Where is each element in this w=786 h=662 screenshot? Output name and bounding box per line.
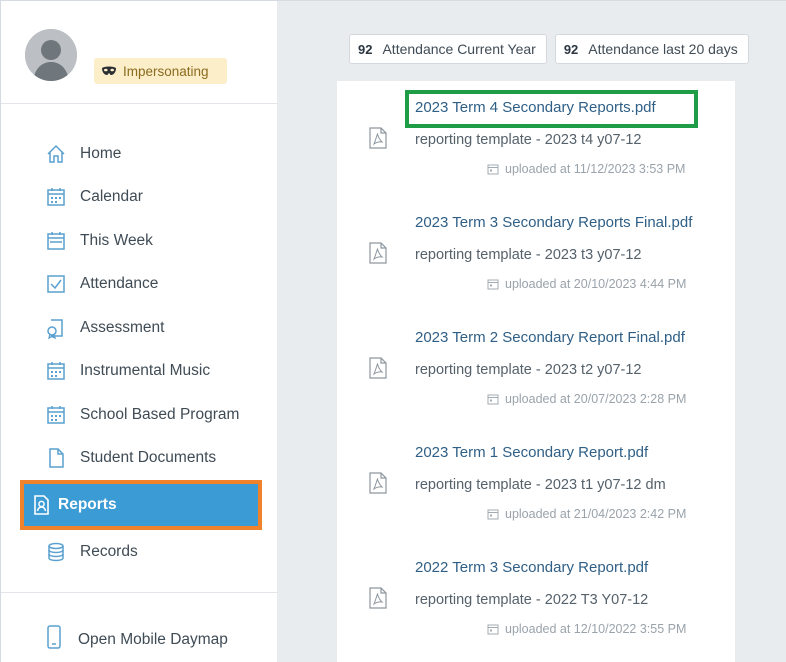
report-template-name: reporting template - 2023 t3 y07-12 [415,247,642,263]
sidebar-divider [1,592,278,593]
upload-timestamp: uploaded at 12/10/2022 3:55 PM [487,622,686,636]
upload-timestamp-text: uploaded at 20/07/2023 2:28 PM [505,392,687,406]
sidebar-item-label: Calendar [80,188,143,206]
calendar-small-icon [487,509,499,520]
sidebar-item-label: Records [80,542,138,560]
report-icon [30,494,52,516]
report-file-link[interactable]: 2023 Term 2 Secondary Report Final.pdf [415,329,685,346]
mobile-link-label: Open Mobile Daymap [78,630,228,648]
mobile-phone-icon [46,625,62,654]
report-template-name: reporting template - 2022 T3 Y07-12 [415,592,649,608]
avatar[interactable] [25,29,77,81]
sidebar-item-reports[interactable]: Reports [20,480,262,530]
report-file-link[interactable]: 2022 Term 3 Secondary Report.pdf [415,559,648,576]
profile-panel: Impersonating [1,1,278,104]
attendance-last-20-days-chip[interactable]: 92 Attendance last 20 days [554,34,749,64]
calendar-small-icon [487,164,499,175]
list-item: 2022 Term 3 Secondary Report.pdf reporti… [337,541,735,655]
pdf-file-icon [369,242,387,264]
sidebar-item-school-based-program[interactable]: School Based Program [1,393,278,437]
list-item: 2023 Term 4 Secondary Reports.pdf report… [337,81,735,195]
report-file-link[interactable]: 2023 Term 3 Secondary Reports Final.pdf [415,214,692,231]
calendar-icon [45,404,67,426]
calendar-small-icon [487,279,499,290]
pdf-file-icon [369,472,387,494]
calendar-small-icon [487,394,499,405]
sidebar-item-home[interactable]: Home [1,132,278,176]
open-mobile-daymap-link[interactable]: Open Mobile Daymap [46,625,228,654]
sidebar-item-attendance[interactable]: Attendance [1,263,278,307]
reports-list: 2023 Term 4 Secondary Reports.pdf report… [337,81,735,662]
database-icon [45,541,67,563]
report-template-name: reporting template - 2023 t2 y07-12 [415,362,642,378]
list-item: 2023 Term 2 Secondary Report Final.pdf r… [337,311,735,425]
sidebar-item-calendar[interactable]: Calendar [1,176,278,220]
impersonating-badge: Impersonating [94,58,227,84]
attendance-stats: 92 Attendance Current Year 92 Attendance… [349,34,749,64]
sidebar-item-assessment[interactable]: Assessment [1,306,278,350]
sidebar-nav: Home Calendar This Week Attendance Asses… [1,132,278,574]
stat-label: Attendance Current Year [382,41,536,57]
report-file-link[interactable]: 2023 Term 1 Secondary Report.pdf [415,444,648,461]
stat-label: Attendance last 20 days [588,41,738,57]
list-item: 2023 Term 1 Secondary Report.pdf reporti… [337,426,735,540]
sidebar-item-label: School Based Program [80,405,240,423]
main-content: 92 Attendance Current Year 92 Attendance… [277,0,786,662]
upload-timestamp: uploaded at 20/10/2023 4:44 PM [487,277,686,291]
upload-timestamp-text: uploaded at 12/10/2022 3:55 PM [505,622,687,636]
impersonating-label: Impersonating [123,63,209,79]
home-icon [45,143,67,165]
list-item: 2023 Term 3 Secondary Reports Final.pdf … [337,196,735,310]
sidebar-item-label: This Week [80,231,153,249]
pdf-file-icon [369,587,387,609]
stat-value: 92 [563,41,579,57]
sidebar: Impersonating Home Calendar This Week At… [0,0,278,662]
upload-timestamp-text: uploaded at 20/10/2023 4:44 PM [505,277,687,291]
document-icon [45,447,67,469]
calendar-icon [45,360,67,382]
report-template-name: reporting template - 2023 t4 y07-12 [415,132,642,148]
highlighted-report-outline [405,90,698,128]
sidebar-item-student-documents[interactable]: Student Documents [1,437,278,481]
sidebar-item-label: Attendance [80,275,159,293]
upload-timestamp: uploaded at 21/04/2023 2:42 PM [487,507,686,521]
assessment-icon [45,317,67,339]
calendar-week-icon [45,230,67,252]
sidebar-item-instrumental-music[interactable]: Instrumental Music [1,350,278,394]
checkbox-icon [45,273,67,295]
upload-timestamp-text: uploaded at 21/04/2023 2:42 PM [505,507,687,521]
user-silhouette-icon [25,29,77,81]
calendar-icon [45,186,67,208]
attendance-current-year-chip[interactable]: 92 Attendance Current Year [349,34,547,64]
upload-timestamp-text: uploaded at 11/12/2023 3:53 PM [505,162,686,176]
upload-timestamp: uploaded at 11/12/2023 3:53 PM [487,162,685,176]
sidebar-item-label: Home [80,144,122,162]
pdf-file-icon [369,357,387,379]
sidebar-item-this-week[interactable]: This Week [1,219,278,263]
sidebar-item-records[interactable]: Records [1,530,278,574]
sidebar-item-label: Reports [58,496,117,513]
stat-value: 92 [358,41,373,57]
upload-timestamp: uploaded at 20/07/2023 2:28 PM [487,392,686,406]
report-template-name: reporting template - 2023 t1 y07-12 dm [415,477,666,493]
sidebar-item-label: Instrumental Music [80,362,211,380]
mask-icon [102,66,116,75]
sidebar-item-label: Student Documents [80,449,217,467]
calendar-small-icon [487,624,499,635]
sidebar-item-label: Assessment [80,318,165,336]
pdf-file-icon [369,127,387,149]
